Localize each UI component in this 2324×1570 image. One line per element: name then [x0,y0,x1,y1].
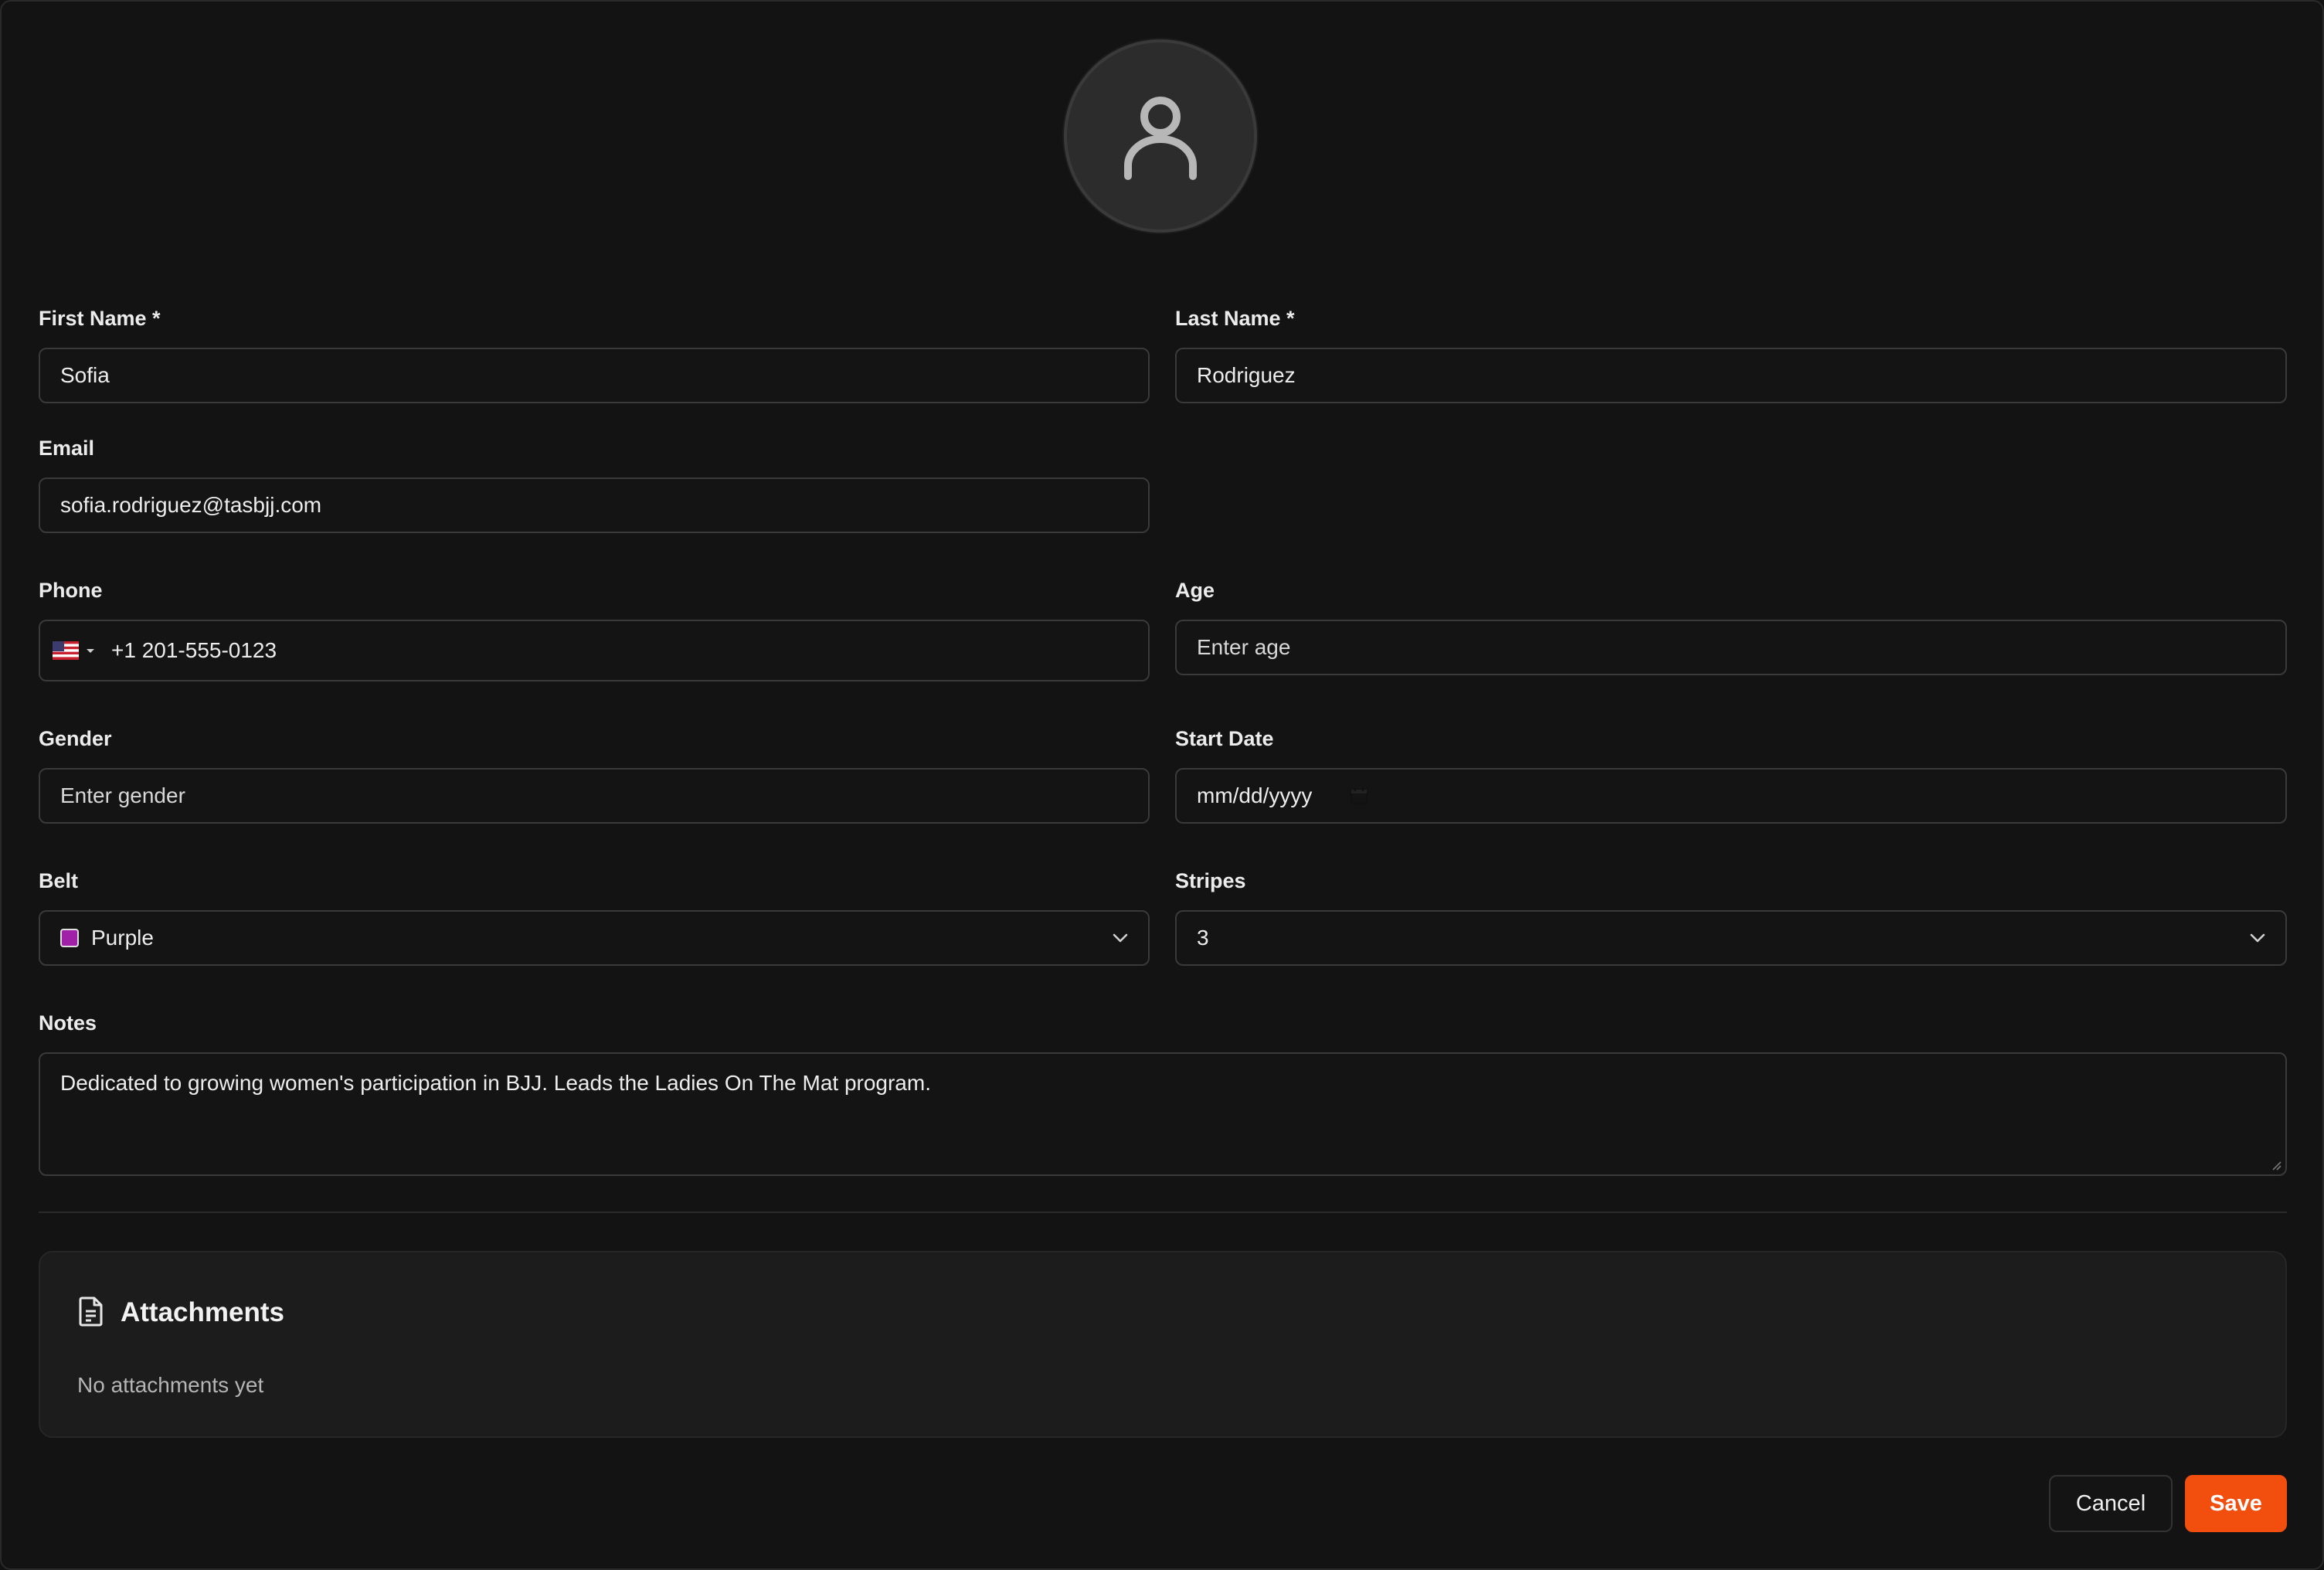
belt-value: Purple [91,926,154,950]
calendar-icon[interactable] [1349,786,1369,806]
email-label: Email [39,437,95,460]
stripes-label: Stripes [1175,869,1246,892]
cancel-button[interactable]: Cancel [2049,1475,2173,1532]
country-selector[interactable] [53,641,96,660]
belt-select[interactable]: Purple [39,910,1150,966]
user-icon [1124,97,1197,180]
notes-label: Notes [39,1011,97,1035]
section-divider [39,1211,2287,1213]
stripes-select[interactable]: 3 [1175,910,2287,966]
resize-handle-icon[interactable] [2270,1159,2282,1171]
last-name-input[interactable]: Rodriguez [1175,348,2287,403]
gender-input[interactable]: Enter gender [39,768,1150,824]
attachments-empty-text: No attachments yet [77,1373,264,1397]
attachments-panel [39,1251,2287,1438]
avatar-upload[interactable] [1064,39,1257,233]
chevron-down-icon [2250,933,2265,943]
phone-label: Phone [39,579,103,602]
email-value: sofia.rodriguez@tasbjj.com [60,493,322,517]
first-name-label: First Name * [39,307,161,330]
save-button[interactable]: Save [2185,1475,2287,1532]
belt-color-swatch [60,929,79,947]
start-date-input[interactable]: mm/dd/yyyy [1175,768,2287,824]
last-name-label: Last Name * [1175,307,1295,330]
age-label: Age [1175,579,1215,602]
phone-value: +1 201-555-0123 [111,638,277,662]
last-name-value: Rodriguez [1197,363,1296,387]
notes-textarea[interactable]: Dedicated to growing women's participati… [39,1052,2287,1176]
start-date-placeholder: mm/dd/yyyy [1197,783,1313,807]
us-flag-icon [53,641,79,660]
caret-down-icon [87,649,94,653]
attachments-title: Attachments [121,1297,284,1327]
document-icon [79,1296,103,1327]
gender-label: Gender [39,727,112,750]
chevron-down-icon [1113,933,1128,943]
phone-input[interactable]: +1 201-555-0123 [39,620,1150,681]
gender-placeholder: Enter gender [60,783,185,807]
start-date-label: Start Date [1175,727,1274,750]
age-input[interactable]: Enter age [1175,620,2287,675]
email-input[interactable]: sofia.rodriguez@tasbjj.com [39,477,1150,533]
notes-value: Dedicated to growing women's participati… [60,1071,931,1095]
belt-label: Belt [39,869,79,892]
age-placeholder: Enter age [1197,635,1291,659]
stripes-value: 3 [1197,926,1209,950]
first-name-input[interactable]: Sofia [39,348,1150,403]
first-name-value: Sofia [60,363,110,387]
